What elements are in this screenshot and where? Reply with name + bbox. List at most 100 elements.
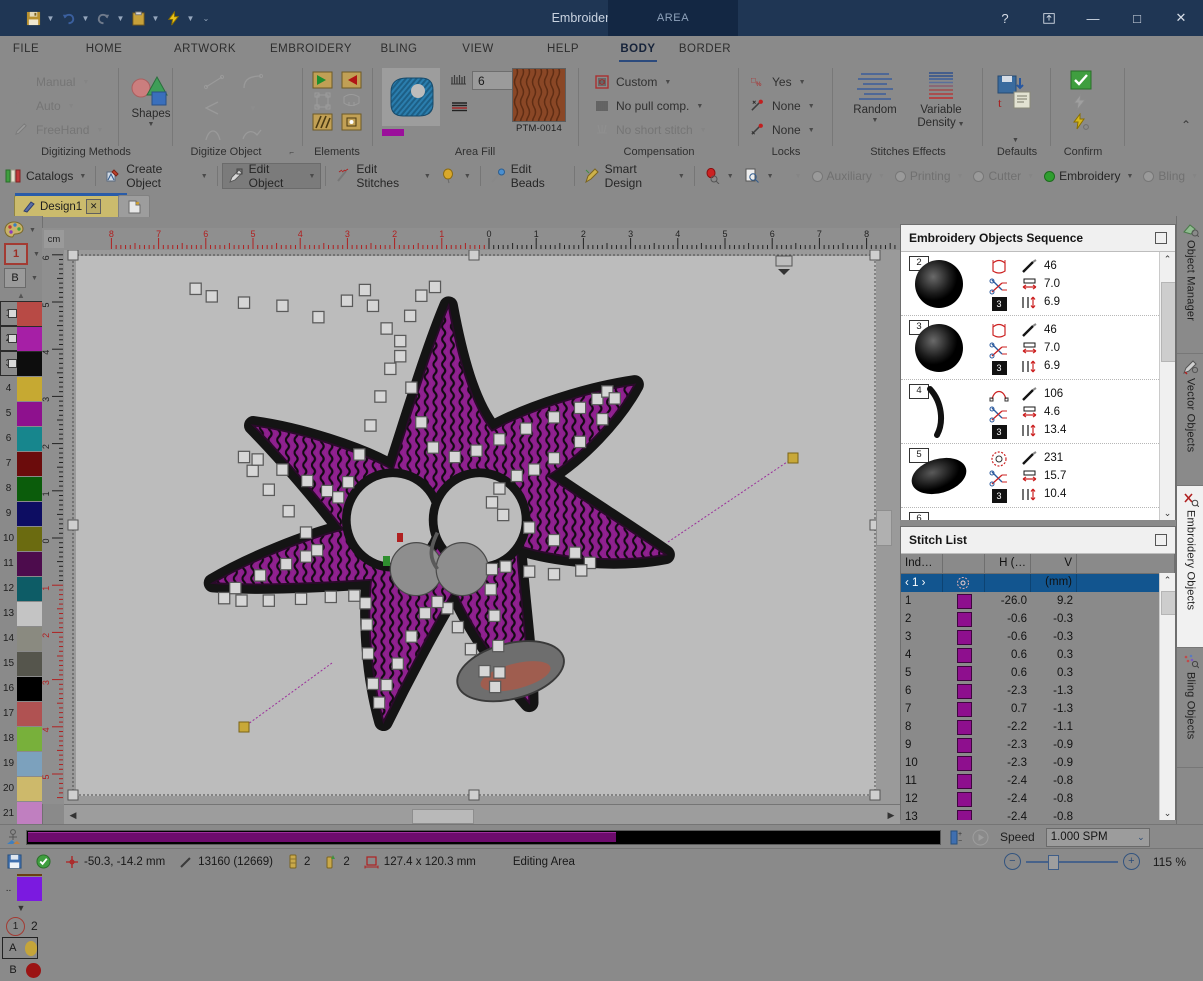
end-point-icon[interactable]: [341, 71, 367, 89]
curve-segment-icon[interactable]: [240, 72, 266, 92]
palette-color-chip[interactable]: [17, 702, 42, 726]
stitch-col-v[interactable]: V (mm): [1031, 554, 1077, 573]
tab-object-manager[interactable]: Object Manager: [1177, 216, 1203, 354]
lock-start-button[interactable]: None ▼: [750, 94, 815, 118]
palette-color-row[interactable]: 2: [0, 326, 42, 351]
palette-color-row[interactable]: 12: [0, 576, 42, 601]
random-effect-button[interactable]: Random ▼: [844, 70, 906, 124]
stitch-scroll-up-icon[interactable]: ⌃: [1160, 573, 1175, 587]
status-save-icon[interactable]: [0, 849, 29, 874]
red-balloon-button[interactable]: ▼: [699, 164, 739, 188]
palette-color-chip[interactable]: [17, 402, 42, 426]
close-icon[interactable]: ✕: [86, 199, 101, 214]
scroll-left-icon[interactable]: ◀: [64, 806, 82, 824]
angle-node-icon[interactable]: [202, 98, 228, 118]
cusp-node-icon[interactable]: [202, 124, 228, 144]
object-thumbnail[interactable]: 3: [901, 320, 977, 376]
stitch-color-cell[interactable]: [943, 772, 985, 790]
object-thumbnail[interactable]: 6: [901, 512, 977, 520]
stitch-color-cell[interactable]: [943, 646, 985, 664]
manual-caret-icon[interactable]: ▼: [82, 79, 89, 86]
edit-object-caret-icon[interactable]: ▼: [309, 173, 316, 180]
palette-color-chip[interactable]: [17, 527, 42, 551]
variable-density-caret-icon[interactable]: ▼: [956, 121, 965, 128]
auto-button[interactable]: Auto ▼: [14, 94, 103, 118]
device-embroidery[interactable]: Embroidery ▼: [1039, 164, 1138, 188]
stitch-color-cell[interactable]: [943, 592, 985, 610]
area-fill-color-indicator[interactable]: [382, 129, 404, 136]
new-document-tab[interactable]: [118, 195, 150, 217]
bobbin-selector-row[interactable]: B ▼: [0, 266, 42, 290]
device-printing[interactable]: Printing ▼: [890, 164, 969, 188]
digitize-object-dialog-launcher[interactable]: ⌐: [289, 148, 294, 157]
zoom-slider[interactable]: [1026, 861, 1118, 863]
object-shape-icon[interactable]: [989, 257, 1009, 277]
stitch-list-row[interactable]: 10-2.3-0.9: [901, 754, 1175, 772]
object-shape-icon[interactable]: [989, 321, 1009, 341]
tab-embroidery[interactable]: EMBROIDERY: [256, 36, 366, 62]
tab-bling[interactable]: BLING: [368, 36, 430, 62]
scroll-thumb[interactable]: [412, 809, 474, 824]
palette-scroll-down[interactable]: ▼: [0, 901, 42, 915]
device-bling[interactable]: Bling ▼: [1138, 164, 1203, 188]
stitch-list-row[interactable]: 40.60.3: [901, 646, 1175, 664]
play-icon[interactable]: [972, 829, 989, 846]
palette-color-chip[interactable]: [17, 427, 42, 451]
palette-color-chip[interactable]: [17, 877, 42, 901]
object-trim-icon[interactable]: [989, 342, 1009, 360]
edit-beads-button[interactable]: Edit Beads: [485, 164, 570, 188]
stitch-col-color[interactable]: [943, 554, 985, 573]
stitch-list-row[interactable]: 9-2.3-0.9: [901, 736, 1175, 754]
needle-caret-icon[interactable]: ▼: [33, 251, 40, 258]
objects-scroll-up-icon[interactable]: ⌃: [1160, 252, 1175, 266]
stitch-color-cell[interactable]: [943, 790, 985, 808]
edit-object-button[interactable]: Edit Object ▼: [222, 163, 322, 189]
lock-end-caret-icon[interactable]: ▼: [808, 127, 815, 134]
palette-color-chip[interactable]: [17, 802, 42, 826]
embroidery-object-row[interactable]: 5323115.710.4: [901, 444, 1175, 508]
stitch-scroll-down-icon[interactable]: ⌄: [1160, 806, 1175, 820]
embroidery-objects-list[interactable]: 23467.06.933467.06.9431064.613.45323115.…: [901, 252, 1175, 520]
objects-scrollbar[interactable]: ⌃ ⌄: [1159, 252, 1175, 520]
balloon-caret-icon[interactable]: ▼: [464, 173, 471, 180]
palette-color-row[interactable]: ..: [0, 876, 42, 901]
manual-button[interactable]: Manual ▼: [14, 70, 103, 94]
preview-doc-caret-icon[interactable]: ▼: [767, 173, 774, 180]
object-thumbnail[interactable]: 2: [901, 256, 977, 312]
hoop-icon[interactable]: [341, 92, 367, 110]
palette-color-row[interactable]: 7: [0, 451, 42, 476]
palette-color-chip[interactable]: [17, 602, 42, 626]
palette-scroll-up[interactable]: ▲: [0, 290, 42, 301]
object-color-count[interactable]: 3: [992, 489, 1007, 503]
pull-compensation-button[interactable]: No pull comp. ▼: [594, 94, 707, 118]
center-point-icon[interactable]: [341, 113, 367, 131]
stitch-progress-track[interactable]: [26, 830, 941, 845]
horizontal-ruler[interactable]: 87654321012345678: [42, 228, 900, 251]
stitch-color-cell[interactable]: [943, 664, 985, 682]
lock-stitch-button[interactable]: □% Yes ▼: [750, 70, 815, 94]
slot-a-row[interactable]: A: [2, 937, 38, 959]
panel-float-icon[interactable]: [1155, 232, 1167, 244]
extra-caret-button[interactable]: ▼: [779, 164, 807, 188]
object-thumbnail[interactable]: 5: [901, 448, 977, 504]
stitch-list-rows[interactable]: ‹ 1 ›1-26.09.22-0.6-0.33-0.6-0.340.60.35…: [901, 574, 1175, 820]
slot-b-row[interactable]: B: [2, 959, 42, 981]
palette-color-chip[interactable]: [17, 477, 42, 501]
design-canvas[interactable]: [64, 250, 900, 804]
objects-scroll-thumb[interactable]: [1161, 282, 1175, 362]
stitch-col-extra[interactable]: [1077, 554, 1175, 573]
palette-color-row[interactable]: 3: [0, 351, 42, 376]
palette-color-chip[interactable]: [17, 777, 42, 801]
zoom-slider-knob[interactable]: [1048, 855, 1059, 870]
palette-color-row[interactable]: 6: [0, 426, 42, 451]
tab-help[interactable]: HELP: [530, 36, 596, 62]
minimize-button[interactable]: —: [1071, 0, 1115, 36]
smooth-node-icon[interactable]: [240, 124, 266, 144]
segment-caret-icon[interactable]: ▼: [240, 98, 266, 118]
stitch-color-cell[interactable]: [943, 736, 985, 754]
stitch-list-row[interactable]: 11-2.4-0.8: [901, 772, 1175, 790]
palette-color-chip[interactable]: [17, 302, 42, 326]
short-stitch-caret-icon[interactable]: ▼: [700, 127, 707, 134]
line-segment-icon[interactable]: [202, 72, 228, 92]
stitch-list-row[interactable]: 8-2.2-1.1: [901, 718, 1175, 736]
